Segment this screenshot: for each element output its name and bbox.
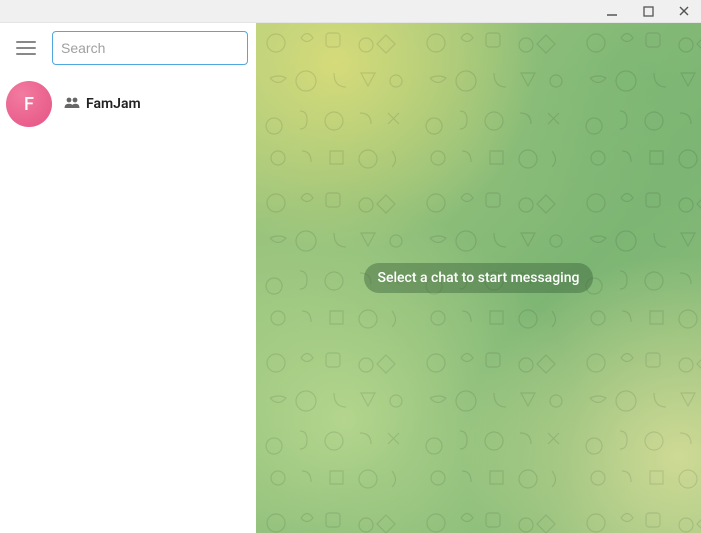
hamburger-icon — [16, 40, 36, 56]
chat-name: FamJam — [86, 96, 141, 112]
group-icon — [64, 96, 80, 112]
chat-list: F FamJam — [0, 73, 256, 533]
window-minimize-button[interactable] — [603, 2, 621, 20]
sidebar: F FamJam — [0, 23, 256, 533]
window-titlebar — [0, 0, 701, 23]
window-maximize-button[interactable] — [639, 2, 657, 20]
chat-title: FamJam — [64, 96, 141, 112]
window-close-button[interactable] — [675, 2, 693, 20]
search-field-wrap[interactable] — [52, 31, 248, 65]
sidebar-header — [0, 23, 256, 73]
app-body: F FamJam Select a chat to start mess — [0, 23, 701, 533]
chat-main-area: Select a chat to start messaging — [256, 23, 701, 533]
search-input[interactable] — [61, 40, 239, 56]
chat-list-item[interactable]: F FamJam — [0, 73, 256, 135]
menu-button[interactable] — [10, 32, 42, 64]
empty-state-hint: Select a chat to start messaging — [364, 263, 594, 293]
avatar: F — [6, 81, 52, 127]
